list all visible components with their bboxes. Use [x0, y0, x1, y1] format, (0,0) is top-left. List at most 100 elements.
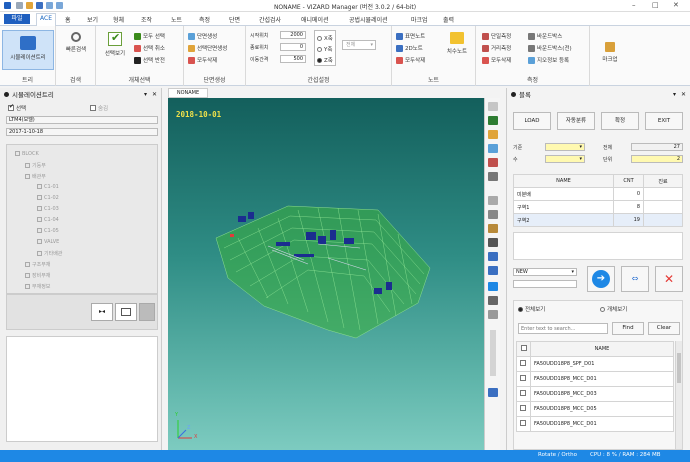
split-view-button[interactable]: ▸◂ — [91, 303, 113, 321]
select-all-cell[interactable] — [516, 341, 531, 357]
find-button[interactable]: Find — [612, 322, 644, 335]
rotate-icon[interactable] — [488, 144, 498, 153]
check-icon[interactable] — [488, 116, 498, 125]
list-item[interactable]: FA50UDD18P8_MCC_D05 — [516, 401, 674, 417]
clear-button[interactable]: Clear — [648, 322, 680, 335]
row-checkbox[interactable] — [520, 390, 526, 396]
create-selected-section-button[interactable]: 선택단면생성 — [188, 44, 227, 52]
confirm-button[interactable]: 확정 — [601, 112, 639, 130]
zoom-icon[interactable] — [488, 196, 498, 205]
pen-icon[interactable] — [488, 158, 498, 167]
tab-ace[interactable]: ACE — [36, 13, 56, 26]
list-scrollbar[interactable] — [675, 341, 682, 449]
box-icon[interactable] — [488, 224, 498, 233]
create-section-button[interactable]: 단면생성 — [188, 32, 217, 40]
camera-icon[interactable] — [488, 238, 498, 247]
viewport-tab[interactable]: NONAME — [168, 88, 208, 98]
tree-node[interactable]: 장비부재 — [25, 272, 50, 279]
tab-view[interactable]: 보기 — [84, 14, 101, 25]
axis-z-radio[interactable]: Z축 — [317, 56, 333, 64]
maximize-button[interactable]: □ — [652, 1, 659, 9]
tab-output[interactable]: 출력 — [440, 14, 457, 25]
row-checkbox[interactable] — [520, 375, 526, 381]
axis-x-radio[interactable]: X축 — [317, 34, 333, 42]
exit-button[interactable]: EXIT — [645, 112, 683, 130]
panel-close-button[interactable]: ✕ — [681, 91, 686, 98]
copy-icon[interactable] — [488, 310, 498, 319]
tree-node[interactable]: 배관부 — [25, 173, 46, 180]
tree-node[interactable]: 구조부재 — [25, 261, 50, 268]
select-all-checkbox[interactable] — [520, 345, 527, 351]
minimize-button[interactable]: – — [632, 1, 636, 9]
deselect-button[interactable]: 선택 취소 — [134, 44, 165, 52]
ship-block-model[interactable] — [168, 98, 484, 450]
list-item[interactable]: FA50UDD18P8_SPF_D01 — [516, 356, 674, 372]
tree-node[interactable]: BLOCK — [15, 151, 39, 157]
help-icon[interactable] — [488, 388, 498, 397]
column-header-cnt[interactable]: CNT — [613, 174, 644, 188]
end-position-input[interactable]: 0 — [280, 43, 306, 51]
row-checkbox[interactable] — [520, 360, 526, 366]
table-row[interactable]: 미분배 0 — [513, 187, 683, 201]
active-tool-icon[interactable] — [488, 282, 498, 291]
markup-button[interactable]: 마크업 — [594, 42, 626, 63]
new-zone-select[interactable]: NEW ▾ — [513, 268, 577, 276]
criteria-select[interactable]: ▾ — [545, 143, 585, 151]
select-checkbox[interactable]: ✔ 선택 — [8, 103, 26, 112]
column-header-status[interactable]: 진료 — [643, 174, 683, 188]
load-button[interactable]: LOAD — [513, 112, 551, 130]
column-header-part-name[interactable]: NAME — [530, 341, 674, 357]
move-next-button[interactable]: ➔ — [587, 266, 615, 292]
simulation-tree-button[interactable]: 시뮬레이션트리 — [2, 30, 54, 70]
tree-node[interactable]: C1-02 — [37, 195, 59, 201]
pin-icon[interactable]: ▾ — [144, 91, 147, 98]
panel-close-button[interactable]: ✕ — [152, 91, 157, 98]
bound-box-button[interactable]: 바운드박스 — [528, 32, 562, 40]
auto-classify-button[interactable]: 자동분류 — [557, 112, 595, 130]
tab-clash[interactable]: 간섭검사 — [256, 14, 284, 25]
list-item[interactable]: FA50UDD18P8_MCC_D01 — [516, 416, 674, 432]
panel-option-button[interactable] — [139, 303, 155, 321]
clash-scope-select[interactable]: 전체 ▾ — [342, 40, 376, 50]
pin-icon[interactable]: ▾ — [673, 91, 676, 98]
tree-node[interactable]: VALVE — [37, 239, 59, 245]
tree-node[interactable]: C1-04 — [37, 217, 59, 223]
table-row[interactable]: 구역2 19 — [513, 213, 683, 227]
scrollbar-thumb[interactable] — [677, 353, 681, 383]
delete-zone-button[interactable]: ✕ — [655, 266, 683, 292]
delete-all-measures-button[interactable]: 모두삭제 — [482, 56, 511, 64]
row-checkbox[interactable] — [520, 420, 526, 426]
tab-markup[interactable]: 마크업 — [408, 14, 431, 25]
distance-measure-button[interactable]: 거리측정 — [482, 44, 511, 52]
list-item[interactable]: FA50UDD18P8_MCC_D03 — [516, 386, 674, 402]
2d-note-button[interactable]: 2D노트 — [396, 44, 423, 52]
tree-node[interactable]: 부재정보 — [25, 283, 50, 290]
tab-control[interactable]: 조작 — [138, 14, 155, 25]
geo-info-button[interactable]: 지오정보 등록 — [528, 56, 569, 64]
color-icon[interactable] — [488, 130, 498, 139]
move-interval-input[interactable]: 500 — [280, 55, 306, 63]
settings-icon[interactable] — [488, 266, 498, 275]
select-all-button[interactable]: 모두 선택 — [134, 32, 165, 40]
axis-y-radio[interactable]: Y축 — [317, 45, 332, 53]
select-view-button[interactable]: ✔ 선택보기 — [100, 31, 130, 57]
tree-node[interactable]: 기타배관 — [37, 250, 62, 257]
tab-home[interactable]: 홈 — [62, 14, 74, 25]
tab-measure[interactable]: 측정 — [196, 14, 213, 25]
table-row[interactable]: 구역1 8 — [513, 200, 683, 214]
tab-section[interactable]: 단면 — [226, 14, 243, 25]
swap-button[interactable]: ⇔ — [621, 266, 649, 292]
fit-icon[interactable] — [488, 210, 498, 219]
bound-box-all-button[interactable]: 바운드박스(전) — [528, 44, 572, 52]
tree-node[interactable]: C1-03 — [37, 206, 59, 212]
close-button[interactable]: ✕ — [673, 1, 679, 9]
pan-icon[interactable] — [488, 172, 498, 181]
single-measure-button[interactable]: 단일측정 — [482, 32, 511, 40]
tree-node[interactable]: C1-05 — [37, 228, 59, 234]
dimension-note-button[interactable]: 치수노트 — [442, 32, 472, 55]
zone-name-input[interactable] — [513, 280, 577, 288]
delete-all-sections-button[interactable]: 모두삭제 — [188, 56, 217, 64]
3d-viewport[interactable]: 2018-10-01 X Y Z — [168, 98, 484, 450]
layer-icon[interactable] — [488, 252, 498, 261]
quick-search-button[interactable]: 빠른검색 — [58, 32, 94, 53]
